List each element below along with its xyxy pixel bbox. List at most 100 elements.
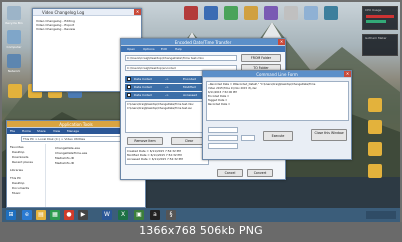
ribbon-tab[interactable]: Manage: [67, 129, 79, 133]
option-target: Encoded: [183, 77, 196, 81]
gadget-label: CPU Usage: [365, 8, 382, 12]
shortcut-icon[interactable]: [284, 6, 298, 20]
amazon-icon[interactable]: a: [150, 210, 160, 220]
nav-item[interactable]: Favorites: [10, 145, 24, 149]
file-item[interactable]: ChangeDateTime.exe: [55, 151, 87, 155]
nav-item[interactable]: Recent places: [12, 160, 33, 164]
remove-item-button[interactable]: Remove Item: [127, 137, 163, 145]
file-item[interactable]: ChangeDate.exe: [55, 146, 80, 150]
excel-icon[interactable]: X: [118, 210, 128, 220]
shortcut-icon[interactable]: [244, 6, 258, 20]
convert-button[interactable]: Convert: [247, 169, 273, 177]
desktop: Recycle Bin Computer Network Video Chang…: [2, 2, 400, 222]
shortcut-icon[interactable]: [324, 6, 338, 20]
close-icon[interactable]: ✕: [134, 9, 141, 15]
shortcut-icon[interactable]: [304, 6, 318, 20]
param-field[interactable]: [208, 135, 238, 141]
cmd-output[interactable]: --Recorded Date = #Recorded_Date#," "C:\…: [206, 81, 349, 121]
cmd-title: Command Line Form: [203, 71, 351, 78]
recycle-bin-icon[interactable]: [7, 6, 21, 20]
param-field[interactable]: [208, 143, 238, 149]
menu-item[interactable]: Help: [175, 47, 182, 51]
ie-icon[interactable]: e: [22, 210, 32, 220]
media-icon[interactable]: ▶: [78, 210, 88, 220]
list-item[interactable]: Video Changelog - Review: [36, 27, 75, 31]
close-icon[interactable]: ✕: [278, 39, 285, 45]
weather-gadget[interactable]: Gotham Meter: [362, 34, 398, 56]
desktop-icon-label: Network: [7, 69, 21, 73]
options-row[interactable]: Date Coded -> Accessed: [125, 92, 209, 99]
menu-item[interactable]: Options: [143, 47, 155, 51]
folder-icon[interactable]: [368, 120, 382, 134]
transfer-title: Encoded Date/Time Transfer: [121, 39, 285, 46]
ribbon-tab[interactable]: Home: [22, 129, 31, 133]
video-log-title: Video Changelog Log: [33, 9, 141, 16]
option-target: Modified: [183, 85, 196, 89]
gadget-label: Gotham Meter: [365, 36, 387, 40]
shortcut-icon[interactable]: [224, 6, 238, 20]
options-row[interactable]: Date Coded -> Modified: [125, 84, 209, 91]
nav-item[interactable]: This PC: [10, 176, 21, 180]
info-panel: Created Date = 6/11/2015 7:52:32 PM Modi…: [125, 147, 209, 165]
from-folder-button[interactable]: FROM Folder: [241, 54, 281, 62]
network-icon[interactable]: [7, 54, 21, 68]
start-icon[interactable]: ⊞: [6, 210, 16, 220]
desktop-icon-label: Recycle Bin: [5, 21, 23, 25]
image-icon[interactable]: ▣: [134, 210, 144, 220]
cancel-button[interactable]: Cancel: [217, 169, 243, 177]
nav-pane: Favorites Desktop Downloads Recent place…: [8, 144, 46, 207]
close-window-button[interactable]: Close this Window: [311, 129, 347, 141]
app-icon[interactable]: §: [166, 210, 176, 220]
nav-item[interactable]: Desktop: [12, 150, 24, 154]
cpu-meter-gadget[interactable]: CPU Usage: [362, 6, 398, 30]
taskbar: ⊞ e ▤ ▦ ● ▶ W X ▣ a §: [2, 208, 400, 222]
nav-item[interactable]: Downloads: [12, 155, 28, 159]
cmd-window[interactable]: Command Line Form ✕ --Recorded Date = #R…: [202, 70, 352, 160]
arrow: ->: [165, 93, 169, 97]
word-icon[interactable]: W: [102, 210, 112, 220]
execute-button[interactable]: Execute: [263, 131, 293, 141]
system-tray: [366, 211, 396, 219]
file-item[interactable]: MediaInfo.dll: [55, 156, 74, 160]
nav-item[interactable]: Documents: [12, 186, 29, 190]
nav-item[interactable]: Music: [12, 191, 21, 195]
menu-item[interactable]: Edit: [161, 47, 167, 51]
nav-item[interactable]: Libraries: [10, 168, 23, 172]
checkbox[interactable]: [127, 77, 131, 81]
folder-icon[interactable]: [368, 164, 382, 178]
arrow: ->: [165, 85, 169, 89]
menu-bar: Open Options Edit Help: [121, 46, 285, 52]
shortcut-icon[interactable]: [184, 6, 198, 20]
param-field[interactable]: [241, 135, 255, 141]
output-line: Recorded Date =: [208, 103, 231, 106]
list-line[interactable]: C:\Users\Craig\Desktop\ChangeDate\Time t…: [127, 107, 192, 111]
store-icon[interactable]: ▦: [50, 210, 60, 220]
ribbon-tab[interactable]: View: [53, 129, 60, 133]
file-item[interactable]: MediaInfo.dll: [55, 161, 74, 165]
option-target: Accessed: [183, 93, 198, 97]
computer-icon[interactable]: [7, 30, 21, 44]
option-label: Date Coded: [134, 93, 152, 97]
checkbox[interactable]: [127, 93, 131, 97]
folder-icon[interactable]: [368, 98, 382, 112]
nav-item[interactable]: Desktop: [12, 181, 24, 185]
shortcut-icon[interactable]: [264, 6, 278, 20]
option-label: Date Coded: [134, 85, 152, 89]
shortcut-icon[interactable]: [204, 6, 218, 20]
cpu-bar: [366, 20, 386, 23]
explorer-icon[interactable]: ▤: [36, 210, 46, 220]
app-icon[interactable]: ●: [64, 210, 74, 220]
from-path-field[interactable]: C:\Users\Craig\Desktop\ChangeDate\Time t…: [125, 55, 237, 61]
ribbon-tab[interactable]: File: [10, 129, 15, 133]
ribbon-tab[interactable]: Share: [37, 129, 46, 133]
close-icon[interactable]: ✕: [344, 71, 351, 77]
checkbox[interactable]: [127, 85, 131, 89]
arrow: ->: [165, 77, 169, 81]
options-row[interactable]: Date Coded -> Encoded: [125, 76, 209, 83]
menu-item[interactable]: Open: [127, 47, 135, 51]
param-field[interactable]: [208, 127, 238, 133]
folder-icon[interactable]: [8, 84, 22, 98]
file-listbox[interactable]: C:\Users\Craig\Desktop\ChangeDate\Time t…: [125, 101, 209, 133]
screenshot-frame: Recycle Bin Computer Network Video Chang…: [0, 0, 402, 242]
folder-icon[interactable]: [368, 142, 382, 156]
